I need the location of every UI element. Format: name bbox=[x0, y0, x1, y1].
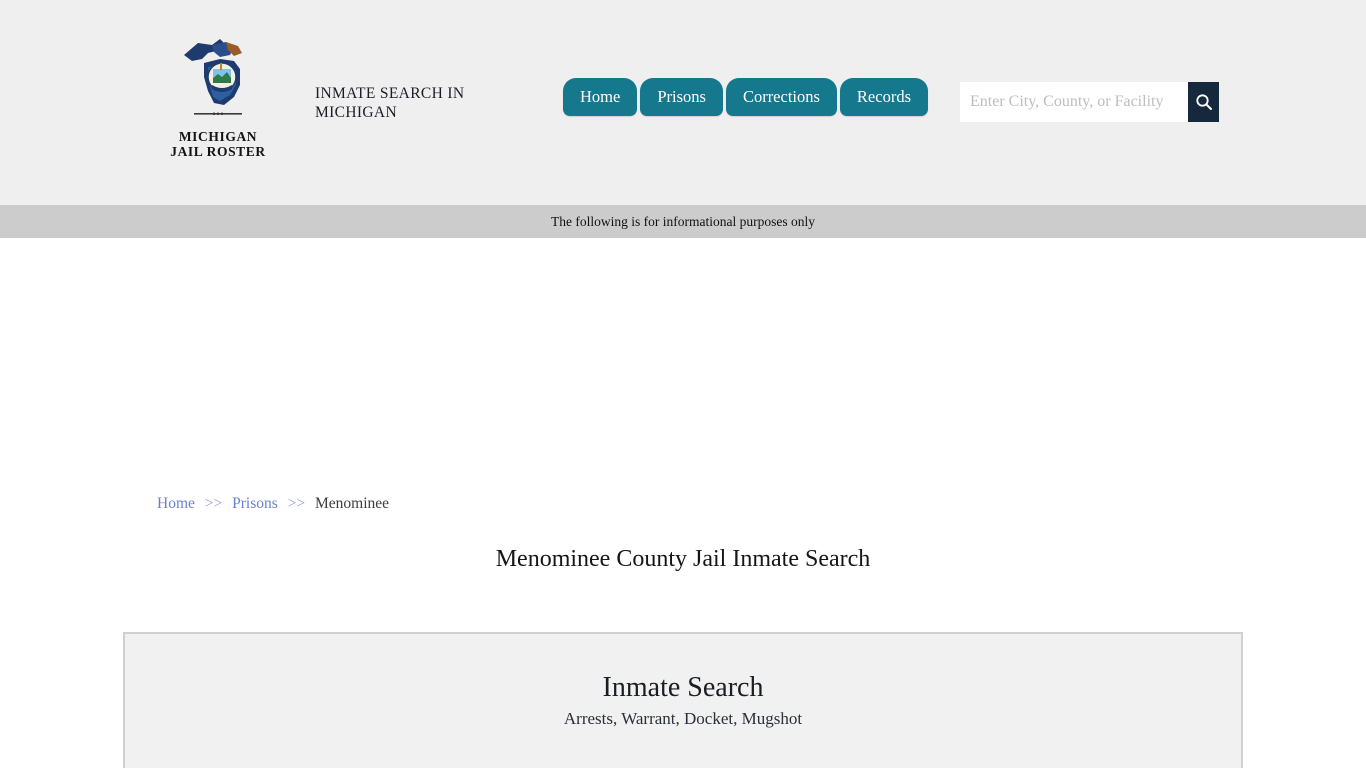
breadcrumb-item-prisons[interactable]: Prisons bbox=[232, 495, 278, 512]
breadcrumb-separator: >> bbox=[287, 495, 306, 512]
main-nav: Home Prisons Corrections Records bbox=[563, 78, 931, 116]
breadcrumb-separator: >> bbox=[204, 495, 223, 512]
site-logo[interactable]: MICHIGAN JAIL ROSTER bbox=[168, 33, 268, 159]
breadcrumb-item-home[interactable]: Home bbox=[157, 495, 195, 512]
info-banner: The following is for informational purpo… bbox=[0, 205, 1366, 238]
site-header: MICHIGAN JAIL ROSTER INMATE SEARCH IN MI… bbox=[0, 0, 1366, 205]
site-tagline: INMATE SEARCH IN MICHIGAN bbox=[315, 85, 465, 121]
nav-item-records[interactable]: Records bbox=[839, 78, 928, 116]
panel-subtitle: Arrests, Warrant, Docket, Mugshot bbox=[563, 709, 803, 728]
site-search-input[interactable] bbox=[960, 82, 1188, 122]
nav-item-corrections[interactable]: Corrections bbox=[725, 78, 837, 116]
page-title: Menominee County Jail Inmate Search bbox=[495, 546, 871, 572]
header-search bbox=[960, 82, 1219, 122]
search-icon bbox=[1195, 94, 1212, 110]
inmate-search-panel: Inmate Search Arrests, Warrant, Docket, … bbox=[123, 632, 1243, 768]
site-search-button[interactable] bbox=[1188, 82, 1219, 122]
breadcrumb-item-current: Menominee bbox=[315, 495, 390, 512]
nav-item-home[interactable]: Home bbox=[563, 78, 638, 116]
panel-title: Inmate Search bbox=[602, 672, 764, 703]
logo-text-line2: JAIL ROSTER bbox=[170, 144, 266, 159]
nav-item-prisons[interactable]: Prisons bbox=[640, 78, 723, 116]
breadcrumb: Home >> Prisons >> Menominee bbox=[157, 495, 389, 513]
logo-text-line1: MICHIGAN bbox=[178, 129, 258, 144]
michigan-state-logo-icon bbox=[184, 39, 242, 116]
